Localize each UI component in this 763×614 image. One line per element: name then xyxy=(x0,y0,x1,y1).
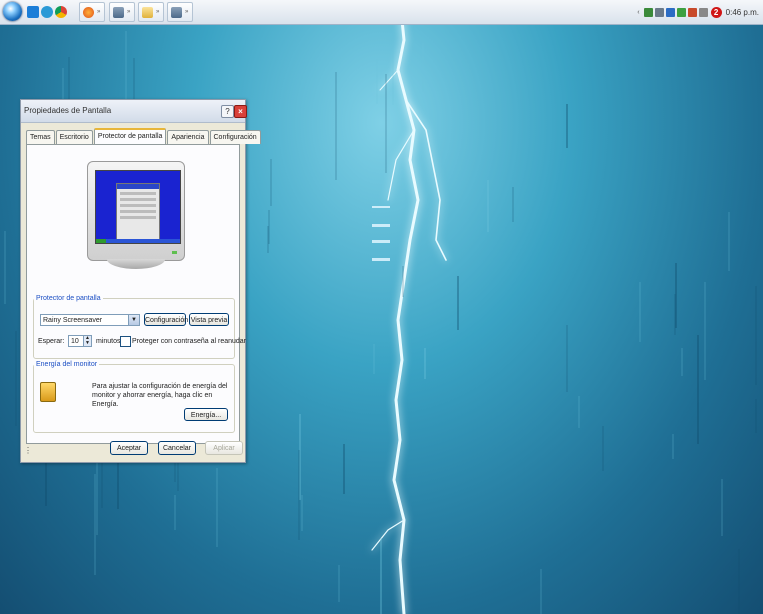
folder-icon xyxy=(142,6,153,18)
tray-app-icon[interactable] xyxy=(665,7,675,17)
preview-window xyxy=(116,183,160,241)
password-protect-label[interactable]: Proteger con contraseña al reanudar xyxy=(132,338,246,345)
tool-icon xyxy=(171,6,182,18)
clock[interactable]: 0:46 p.m. xyxy=(726,8,759,17)
close-button[interactable]: × xyxy=(234,105,247,118)
size-grip-icon: ⋮ xyxy=(24,446,32,455)
taskbar-button-folder[interactable]: » xyxy=(138,2,164,22)
energy-star-icon xyxy=(40,382,56,402)
tray-app-icon[interactable] xyxy=(698,7,708,17)
energy-button[interactable]: Energía... xyxy=(184,408,228,421)
tab-configuracion[interactable]: Configuración xyxy=(209,130,261,144)
cancel-button[interactable]: Cancelar xyxy=(158,441,196,455)
tab-temas[interactable]: Temas xyxy=(26,130,55,144)
ie-icon[interactable] xyxy=(41,6,53,18)
password-protect-checkbox[interactable] xyxy=(120,336,131,347)
screensaver-group-label: Protector de pantalla xyxy=(36,295,101,302)
monitor-stand xyxy=(107,259,165,269)
firefox-icon xyxy=(83,6,94,18)
preview-button[interactable]: Vista previa xyxy=(189,313,229,326)
settings-button[interactable]: Configuración xyxy=(144,313,188,326)
display-properties-dialog: Propiedades de Pantalla ? × Temas Escrit… xyxy=(20,99,261,463)
tool-icon xyxy=(113,6,124,18)
tab-apariencia[interactable]: Apariencia xyxy=(167,130,209,144)
spinner-arrows-icon[interactable]: ▲ ▼ xyxy=(83,336,91,346)
screensaver-group: Protector de pantalla Rainy Screensaver … xyxy=(33,295,246,359)
title-bar[interactable]: Propiedades de Pantalla ? × xyxy=(21,100,247,123)
wait-label: Esperar: xyxy=(38,338,65,345)
preview-taskbar xyxy=(96,239,180,243)
chevron-down-icon[interactable]: ▼ xyxy=(128,315,139,325)
tab-protector-de-pantalla[interactable]: Protector de pantalla xyxy=(93,128,167,145)
wait-minutes-spinner[interactable]: 10 ▲ ▼ xyxy=(68,335,92,347)
taskbar-button-firefox[interactable]: » xyxy=(79,2,105,22)
monitor-preview xyxy=(87,161,185,261)
ok-button[interactable]: Aceptar xyxy=(110,441,148,455)
chrome-icon[interactable] xyxy=(55,6,67,18)
media-player-icon[interactable] xyxy=(27,6,39,18)
help-button[interactable]: ? xyxy=(221,105,234,118)
monitor-power-led xyxy=(172,251,177,254)
tray-expand-icon[interactable]: ‹ xyxy=(637,9,639,16)
preview-screen xyxy=(95,170,181,244)
start-button[interactable] xyxy=(3,2,22,21)
tray-security-icon[interactable] xyxy=(676,7,686,17)
quick-launch xyxy=(27,3,69,21)
screensaver-tab-panel: Protector de pantalla Rainy Screensaver … xyxy=(26,144,246,444)
tab-strip: Temas Escritorio Protector de pantalla A… xyxy=(26,128,262,145)
screensaver-selected-value: Rainy Screensaver xyxy=(43,317,103,324)
screensaver-select[interactable]: Rainy Screensaver ▼ xyxy=(40,314,140,326)
taskbar: » » » » ‹ 2 0:46 p.m. xyxy=(0,0,763,25)
taskbar-button-tool[interactable]: » xyxy=(109,2,135,22)
tab-escritorio[interactable]: Escritorio xyxy=(55,130,93,144)
minutes-label: minutos xyxy=(96,338,121,345)
system-tray: ‹ 2 0:46 p.m. xyxy=(637,2,763,22)
energy-group-label: Energía del monitor xyxy=(36,361,98,368)
apply-button[interactable]: Aplicar xyxy=(205,441,243,455)
taskbar-button-display-properties[interactable]: » xyxy=(167,2,193,22)
tray-network-icon[interactable] xyxy=(654,7,664,17)
energy-group: Energía del monitor Para ajustar la conf… xyxy=(33,361,235,433)
energy-description: Para ajustar la configuración de energía… xyxy=(92,383,228,408)
dialog-title: Propiedades de Pantalla xyxy=(24,106,112,115)
notification-badge[interactable]: 2 xyxy=(710,6,722,18)
wait-minutes-value: 10 xyxy=(71,338,79,345)
tray-app-icon[interactable] xyxy=(643,7,653,17)
tray-volume-icon[interactable] xyxy=(687,7,697,17)
